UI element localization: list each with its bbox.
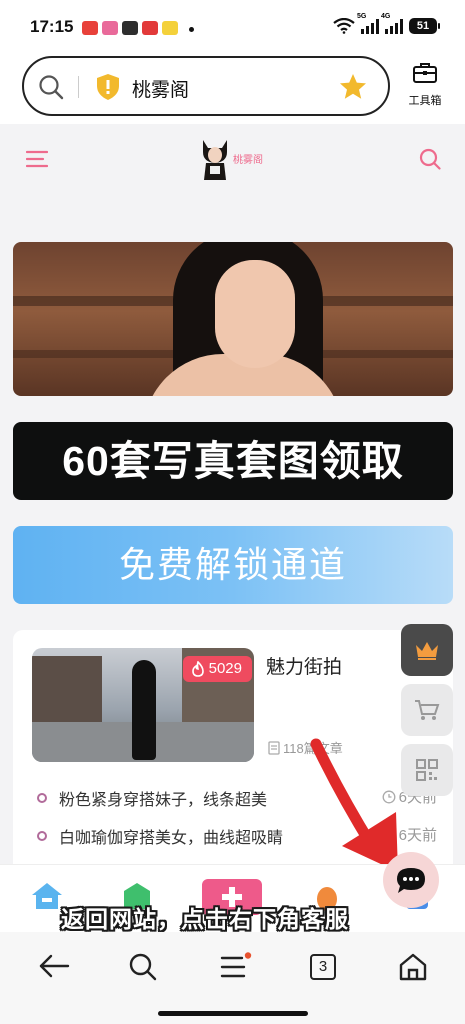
site-header: 桃雾阁	[0, 124, 465, 198]
toolbox-button[interactable]: 工具箱	[400, 62, 450, 108]
red-arrow-annotation	[310, 738, 398, 864]
site-logo[interactable]: 桃雾阁	[197, 136, 263, 180]
cart-button[interactable]	[401, 684, 453, 736]
search-icon[interactable]	[128, 952, 158, 982]
wifi-icon	[333, 18, 355, 34]
address-bar[interactable]: 桃雾阁	[22, 56, 390, 116]
category-title[interactable]: 魅力街拍	[266, 652, 342, 679]
crown-icon	[416, 642, 438, 660]
menu-icon[interactable]	[220, 952, 254, 982]
web-page: 桃雾阁 60套写真套图领取 免费解锁通道 5029 魅力街拍 118篇文章 粉色…	[0, 124, 465, 864]
logo-text: 桃雾阁	[233, 154, 263, 166]
category-thumbnail[interactable]: 5029	[32, 648, 254, 762]
status-time: 17:15	[30, 17, 74, 36]
instruction-overlay-text: 返回网站，点击右下角客服	[61, 906, 349, 932]
site-search-icon[interactable]	[419, 148, 441, 170]
bookmark-star-icon[interactable]	[338, 72, 368, 102]
toolbox-icon	[413, 63, 437, 83]
home-icon[interactable]	[398, 952, 428, 982]
logo-image	[197, 136, 233, 180]
bullet-icon	[37, 793, 47, 803]
chat-icon	[397, 868, 425, 893]
notification-icons	[82, 21, 178, 35]
hot-badge: 5029	[182, 656, 252, 682]
hero-banner-image[interactable]	[13, 242, 453, 396]
promo-banner-dark[interactable]: 60套写真套图领取	[13, 422, 453, 500]
back-arrow-icon[interactable]	[38, 952, 70, 980]
home-indicator	[158, 1011, 308, 1016]
promo-banner-blue[interactable]: 免费解锁通道	[13, 526, 453, 604]
home-icon	[32, 883, 62, 909]
hot-count: 5029	[208, 660, 242, 677]
app-notification-icon	[162, 21, 178, 35]
app-notification-icon	[142, 21, 158, 35]
shield-icon[interactable]	[96, 73, 120, 101]
status-bar: 17:15 5G 4G 51	[0, 0, 465, 56]
customer-service-button[interactable]	[383, 852, 439, 908]
post-title[interactable]: 白咖瑜伽穿搭美女，曲线超吸睛	[59, 824, 283, 848]
toolbox-label: 工具箱	[408, 95, 442, 107]
app-notification-icon	[102, 21, 118, 35]
menu-icon[interactable]	[26, 149, 48, 169]
vip-button[interactable]	[401, 624, 453, 676]
divider	[78, 76, 79, 98]
document-icon	[268, 740, 280, 755]
bullet-icon	[37, 831, 47, 841]
browser-bottom-bar: 3	[0, 932, 465, 1024]
battery-icon: 51	[409, 18, 440, 34]
cell-signal-icon-2: 4G	[381, 13, 403, 34]
tabs-button[interactable]: 3	[310, 954, 336, 980]
search-icon[interactable]	[38, 74, 64, 100]
app-notification-icon	[122, 21, 138, 35]
address-site-name: 桃雾阁	[132, 80, 190, 101]
cell-signal-icon: 5G	[357, 13, 379, 34]
post-title[interactable]: 粉色紧身穿搭妹子，线条超美	[59, 786, 267, 810]
fire-icon	[191, 661, 204, 677]
cart-icon	[415, 700, 440, 720]
more-notifications-dot	[189, 27, 194, 32]
app-notification-icon	[82, 21, 98, 35]
